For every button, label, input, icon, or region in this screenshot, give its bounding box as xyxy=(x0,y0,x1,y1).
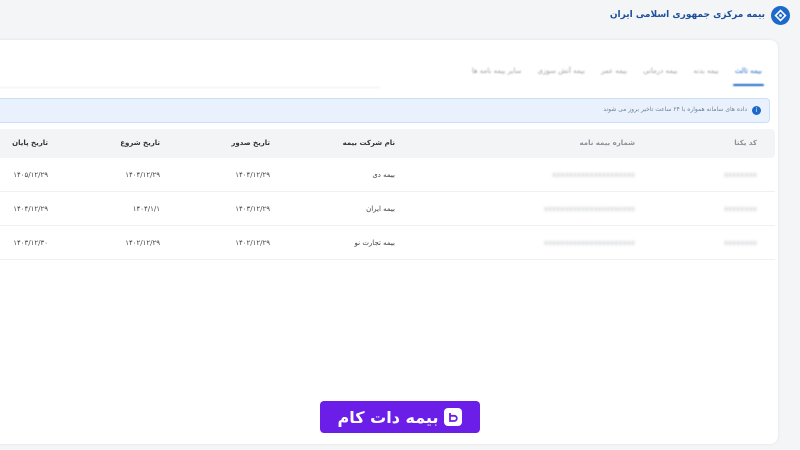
table-row[interactable]: xxxxxxxx xxxxxxxxxxxxxxxxxxxxxx بیمه ایر… xyxy=(0,192,775,226)
cell-end-date: ۱۴۰۵/۱۲/۲۹ xyxy=(13,171,48,179)
policies-table: کد یکتا شماره بیمه نامه نام شرکت بیمه تا… xyxy=(0,129,775,260)
cell-start-date: ۱۴۰۲/۱۲/۲۹ xyxy=(125,239,160,247)
cell-code: xxxxxxxx xyxy=(723,239,757,247)
cell-policy-number: xxxxxxxxxxxxxxxxxxxxxx xyxy=(543,239,635,247)
info-alert: i داده های سامانه همواره با ۲۴ ساعت تاخی… xyxy=(0,98,770,123)
cell-start-date: ۱۴۰۴/۱/۱ xyxy=(132,205,160,213)
watermark-text: بیمه دات کام xyxy=(337,407,439,427)
cell-issue-date: ۱۴۰۳/۱۲/۲۹ xyxy=(235,205,270,213)
cell-start-date: ۱۴۰۴/۱۲/۲۹ xyxy=(125,171,160,179)
cell-company: بیمه ایران xyxy=(366,205,395,213)
brand-title: بیمه مرکزی جمهوری اسلامی ایران xyxy=(609,10,765,20)
table-header: کد یکتا شماره بیمه نامه نام شرکت بیمه تا… xyxy=(0,129,775,158)
info-icon: i xyxy=(752,106,761,115)
header-start-date: تاریخ شروع xyxy=(120,139,160,147)
alert-text: داده های سامانه همواره با ۲۴ ساعت تاخیر … xyxy=(603,106,747,113)
tab-car-body[interactable]: بیمه بدنه xyxy=(685,64,726,90)
table-row[interactable]: xxxxxxxx xxxxxxxxxxxxxxxxxxxx بیمه دی ۱۴… xyxy=(0,158,775,192)
cell-issue-date: ۱۴۰۴/۱۲/۲۹ xyxy=(235,171,270,179)
bimeh-dot-com-watermark: بیمه دات کام xyxy=(320,401,480,433)
tabs-divider xyxy=(0,87,380,88)
central-insurance-logo-icon xyxy=(771,5,790,25)
top-bar: بیمه مرکزی جمهوری اسلامی ایران xyxy=(0,0,800,38)
tab-health[interactable]: بیمه درمانی xyxy=(635,64,685,90)
cell-policy-number: xxxxxxxxxxxxxxxxxxxxxx xyxy=(543,205,635,213)
header-issue-date: تاریخ صدور xyxy=(231,139,270,147)
header-policy-number: شماره بیمه نامه xyxy=(579,139,635,147)
header-company: نام شرکت بیمه xyxy=(342,139,395,147)
bimeh-logo-icon xyxy=(444,408,463,426)
cell-issue-date: ۱۴۰۲/۱۲/۲۹ xyxy=(235,239,270,247)
table-row[interactable]: xxxxxxxx xxxxxxxxxxxxxxxxxxxxxx بیمه تجا… xyxy=(0,226,775,260)
main-card: بیمه ثالث بیمه بدنه بیمه درمانی بیمه عمر… xyxy=(0,40,778,444)
tab-life[interactable]: بیمه عمر xyxy=(593,64,635,90)
header-end-date: تاریخ پایان xyxy=(12,139,48,147)
tab-other-policies[interactable]: سایر بیمه نامه ها xyxy=(464,64,530,90)
insurance-tabs: بیمه ثالث بیمه بدنه بیمه درمانی بیمه عمر… xyxy=(464,64,770,90)
cell-company: بیمه دی xyxy=(372,171,395,179)
cell-end-date: ۱۴۰۴/۱۲/۲۹ xyxy=(13,205,48,213)
tab-third-party[interactable]: بیمه ثالث xyxy=(727,64,770,90)
cell-policy-number: xxxxxxxxxxxxxxxxxxxx xyxy=(552,171,635,179)
cell-company: بیمه تجارت نو xyxy=(354,239,395,247)
cell-code: xxxxxxxx xyxy=(723,171,757,179)
cell-end-date: ۱۴۰۳/۱۲/۳۰ xyxy=(13,239,48,247)
brand[interactable]: بیمه مرکزی جمهوری اسلامی ایران xyxy=(610,5,790,25)
cell-code: xxxxxxxx xyxy=(723,205,757,213)
tab-fire[interactable]: بیمه آتش سوزی xyxy=(530,64,593,90)
header-code: کد یکتا xyxy=(734,139,757,147)
